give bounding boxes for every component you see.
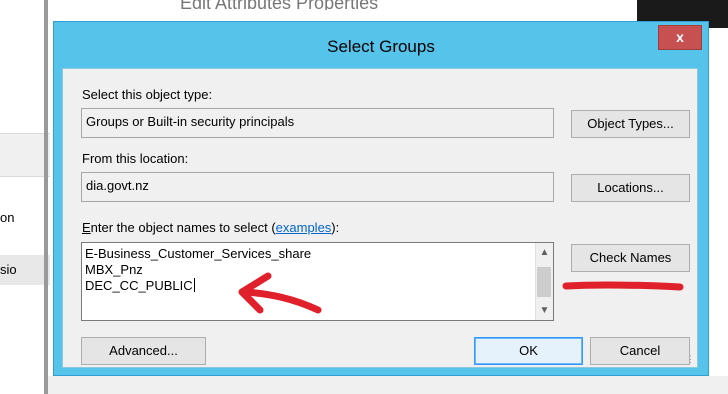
select-groups-dialog: Select Groups x Select this object type:…	[53, 21, 709, 376]
ok-button[interactable]: OK	[474, 337, 583, 365]
object-name-line: E-Business_Customer_Services_share	[85, 246, 312, 261]
check-names-button[interactable]: Check Names	[571, 244, 690, 272]
object-names-list: E-Business_Customer_Services_share MBX_P…	[85, 246, 311, 294]
object-type-label: Select this object type:	[82, 87, 213, 102]
text-caret	[193, 278, 195, 292]
background-text: sio	[0, 262, 17, 277]
object-types-button[interactable]: Object Types...	[571, 110, 690, 138]
names-label-text: nter the object names to select (	[90, 220, 276, 235]
resize-grip-icon[interactable]: ⋮	[686, 354, 695, 365]
object-names-textarea[interactable]: E-Business_Customer_Services_share MBX_P…	[81, 242, 554, 321]
object-type-value: Groups or Built-in security principals	[86, 114, 295, 129]
object-name-line: MBX_Pnz	[85, 262, 143, 277]
title-bar[interactable]: Select Groups x	[54, 22, 708, 68]
cancel-button[interactable]: Cancel	[590, 337, 690, 365]
location-value: dia.govt.nz	[86, 178, 149, 193]
close-icon: x	[676, 29, 684, 45]
background-window-edge	[44, 0, 48, 394]
names-label-access-key: E	[82, 220, 91, 235]
background-window-title: Edit Attributes Properties	[180, 0, 379, 10]
vertical-scrollbar[interactable]: ▲ ▼	[535, 243, 553, 320]
close-button[interactable]: x	[658, 25, 702, 50]
background-row	[0, 133, 50, 177]
examples-link[interactable]: examples	[276, 220, 332, 235]
dialog-client-area: Select this object type: Groups or Built…	[62, 68, 698, 368]
scrollbar-thumb[interactable]	[537, 267, 551, 297]
scroll-down-icon[interactable]: ▼	[536, 302, 553, 319]
names-label-suffix: ):	[331, 220, 340, 235]
object-name-line: DEC_CC_PUBLIC	[85, 278, 193, 293]
advanced-button[interactable]: Advanced...	[81, 337, 206, 365]
object-type-field: Groups or Built-in security principals	[81, 108, 554, 138]
locations-button[interactable]: Locations...	[571, 174, 690, 202]
names-label: Enter the object names to select (exampl…	[82, 220, 339, 235]
dialog-title: Select Groups	[327, 37, 435, 56]
location-label: From this location:	[82, 151, 189, 166]
background-bottom	[48, 376, 728, 394]
background-window-left: on sio	[0, 0, 50, 394]
scroll-up-icon[interactable]: ▲	[536, 244, 553, 261]
location-field: dia.govt.nz	[81, 172, 554, 202]
background-text: on	[0, 210, 15, 225]
